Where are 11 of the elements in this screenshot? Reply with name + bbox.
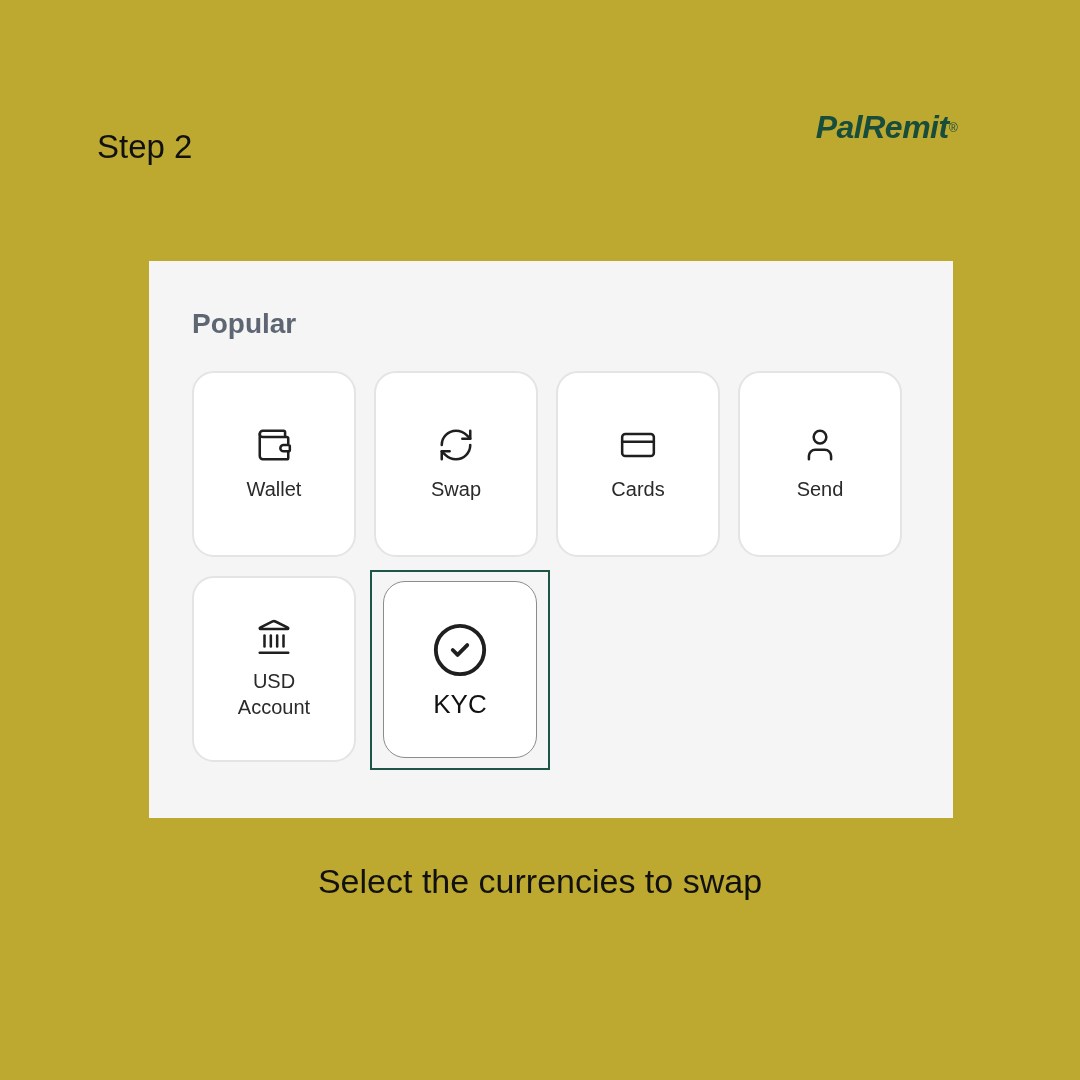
tile-button[interactable]: USD Account (192, 576, 356, 762)
caption: Select the currencies to swap (317, 861, 763, 902)
tile-button[interactable]: Send (738, 371, 902, 557)
step-label: Step 2 (97, 127, 193, 167)
wallet-icon (255, 426, 293, 464)
tile-button[interactable]: Swap (374, 371, 538, 557)
brand-logo: PalRemit$^{®}$ (815, 108, 957, 147)
tile-button[interactable]: Wallet (192, 371, 356, 557)
tile-button[interactable]: Cards (556, 371, 720, 557)
tile-button[interactable]: KYC (383, 581, 537, 758)
section-title: Popular (192, 307, 298, 341)
